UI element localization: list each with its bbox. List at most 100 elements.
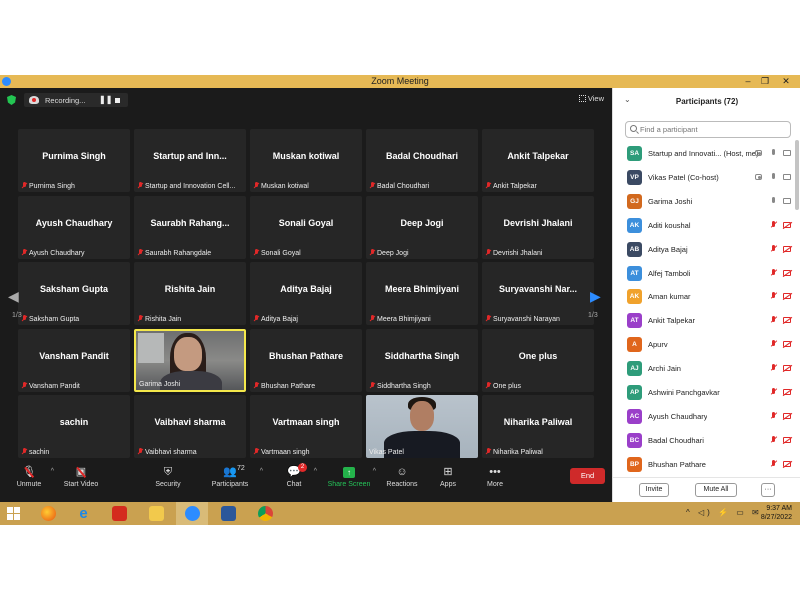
video-status-icon[interactable] xyxy=(783,365,791,372)
restore-button[interactable]: ❐ xyxy=(757,75,773,88)
participant-tile[interactable]: Startup and Inn... Startup and Innovation… xyxy=(134,129,246,192)
participant-tile[interactable]: Garima Joshi xyxy=(134,329,246,392)
more-button[interactable]: ••• More xyxy=(466,460,524,502)
mic-status-icon[interactable] xyxy=(771,292,776,300)
video-status-icon[interactable] xyxy=(783,221,791,228)
chat-caret-icon[interactable]: ^ xyxy=(306,460,320,502)
minimize-button[interactable]: – xyxy=(740,75,756,88)
internet-explorer-taskbar-icon[interactable]: e xyxy=(67,502,99,525)
video-status-icon[interactable] xyxy=(783,245,791,252)
participant-tile[interactable]: Sonali Goyal Sonali Goyal xyxy=(250,196,362,259)
participant-row[interactable]: VP Vikas Patel (Co-host) xyxy=(613,167,795,191)
mic-status-icon[interactable] xyxy=(771,268,776,277)
zoom-taskbar-icon[interactable] xyxy=(176,502,208,525)
mic-status-icon[interactable] xyxy=(771,172,776,181)
video-status-icon[interactable] xyxy=(783,389,791,395)
video-status-icon[interactable] xyxy=(783,460,791,467)
video-status-icon[interactable] xyxy=(783,269,791,276)
file-explorer-taskbar-icon[interactable] xyxy=(140,502,172,525)
participant-tile[interactable]: Siddhartha Singh Siddhartha Singh xyxy=(366,329,478,392)
participant-tile[interactable]: Vartmaan singh Vartmaan singh xyxy=(250,395,362,458)
participant-row[interactable]: SA Startup and Innovati... (Host, me) xyxy=(613,143,795,167)
security-button[interactable]: ⛨ Security xyxy=(139,460,197,502)
video-status-icon[interactable] xyxy=(783,173,791,180)
word-taskbar-icon[interactable] xyxy=(212,502,244,525)
firefox-taskbar-icon[interactable] xyxy=(32,502,64,525)
participant-row[interactable]: AB Aditya Bajaj xyxy=(613,239,795,263)
participant-tile[interactable]: One plus One plus xyxy=(482,329,594,392)
participant-search[interactable] xyxy=(625,121,791,138)
participant-tile[interactable]: Devrishi Jhalani Devrishi Jhalani xyxy=(482,196,594,259)
participant-tile[interactable]: Saksham Gupta Saksham Gupta xyxy=(18,262,130,325)
participants-button[interactable]: 👥 72 Participants xyxy=(201,460,259,502)
video-status-icon[interactable] xyxy=(783,412,791,419)
participant-row[interactable]: GJ Garima Joshi xyxy=(613,191,795,215)
start-video-button[interactable]: ▣ Start Video xyxy=(52,460,110,502)
windows-start-icon[interactable] xyxy=(7,507,21,520)
participant-row[interactable]: AK Aditi koushal xyxy=(613,215,795,239)
view-button[interactable]: View xyxy=(578,94,604,103)
participant-tile[interactable]: Ayush Chaudhary Ayush Chaudhary xyxy=(18,196,130,259)
pause-recording-button[interactable]: ❚❚ xyxy=(99,95,112,104)
panel-more-button[interactable]: ··· xyxy=(761,483,775,497)
chrome-taskbar-icon[interactable] xyxy=(249,502,281,525)
participant-tile[interactable]: Niharika Paliwal Niharika Paliwal xyxy=(482,395,594,458)
mic-status-icon[interactable] xyxy=(771,340,776,348)
participant-tile[interactable]: Muskan kotiwal Muskan kotiwal xyxy=(250,129,362,192)
stop-recording-button[interactable] xyxy=(115,97,120,103)
participant-tile[interactable]: Purnima Singh Purnima Singh xyxy=(18,129,130,192)
participant-row[interactable]: AK Aman kumar xyxy=(613,286,795,310)
participant-tile[interactable]: Rishita Jain Rishita Jain xyxy=(134,262,246,325)
participant-tile[interactable]: Vaibhavi sharma Vaibhavi sharma xyxy=(134,395,246,458)
mic-status-icon[interactable] xyxy=(771,388,776,396)
participant-tile[interactable]: Deep Jogi Deep Jogi xyxy=(366,196,478,259)
mic-status-icon[interactable] xyxy=(771,411,776,420)
mic-status-icon[interactable] xyxy=(771,196,776,205)
mic-status-icon[interactable] xyxy=(771,149,776,157)
participant-tile[interactable]: Badal Choudhari Badal Choudhari xyxy=(366,129,478,192)
participant-row[interactable]: A Apurv xyxy=(613,334,795,358)
participant-list-scrollbar[interactable] xyxy=(795,140,799,210)
participant-row[interactable]: AT Ankit Talpekar xyxy=(613,310,795,334)
clock[interactable]: 9:37 AM 8/27/2022 xyxy=(761,504,792,522)
participant-row[interactable]: BP Bhushan Pathare xyxy=(613,454,795,478)
participant-row[interactable]: AT Alfej Tamboli xyxy=(613,263,795,287)
participant-tile[interactable]: Aditya Bajaj Aditya Bajaj xyxy=(250,262,362,325)
video-status-icon[interactable] xyxy=(783,150,791,156)
mic-status-icon[interactable] xyxy=(771,244,776,253)
mute-all-button[interactable]: Mute All xyxy=(695,483,737,497)
participant-tile[interactable]: Bhushan Pathare Bhushan Pathare xyxy=(250,329,362,392)
mic-status-icon[interactable] xyxy=(771,435,776,444)
participant-search-input[interactable] xyxy=(640,124,780,135)
participant-row[interactable]: AP Ashwini Panchgavkar xyxy=(613,382,795,406)
participant-row[interactable]: AC Ayush Chaudhary xyxy=(613,406,795,430)
prev-page-arrow-icon[interactable]: ◀ xyxy=(8,288,19,305)
mic-status-icon[interactable] xyxy=(771,459,776,468)
close-button[interactable]: ✕ xyxy=(778,75,794,88)
participant-tile[interactable]: Ankit Talpekar Ankit Talpekar xyxy=(482,129,594,192)
shield-icon[interactable] xyxy=(7,95,16,105)
participant-tile[interactable]: Saurabh Rahang... Saurabh Rahangdale xyxy=(134,196,246,259)
next-page-arrow-icon[interactable]: ▶ xyxy=(590,288,601,305)
mic-status-icon[interactable] xyxy=(771,364,776,372)
mic-status-icon[interactable] xyxy=(771,316,776,324)
video-status-icon[interactable] xyxy=(783,317,791,324)
video-status-icon[interactable] xyxy=(783,341,791,348)
video-status-icon[interactable] xyxy=(783,197,791,204)
participant-tile[interactable]: Suryavanshi Nar... Suryavanshi Narayan xyxy=(482,262,594,325)
invite-button[interactable]: Invite xyxy=(639,483,669,497)
participant-row[interactable]: BC Badal Choudhari xyxy=(613,430,795,454)
acrobat-taskbar-icon[interactable] xyxy=(103,502,135,525)
video-status-icon[interactable] xyxy=(783,293,791,300)
participant-row[interactable]: AJ Archi Jain xyxy=(613,358,795,382)
end-meeting-button[interactable]: End xyxy=(570,468,605,484)
mic-status-icon[interactable] xyxy=(771,220,776,229)
video-status-icon[interactable] xyxy=(783,436,791,443)
participant-tile[interactable]: Vansham Pandit Vansham Pandit xyxy=(18,329,130,392)
participant-tile[interactable]: sachin sachin xyxy=(18,395,130,458)
participant-tile[interactable]: Vikas Patel xyxy=(366,395,478,458)
participant-tile[interactable]: Meera Bhimjiyani Meera Bhimjiyani xyxy=(366,262,478,325)
participants-caret-icon[interactable]: ^ xyxy=(252,460,266,502)
unmute-button[interactable]: 🎙 Unmute ^ xyxy=(0,460,58,502)
system-tray-icons[interactable]: ^ ◁) ⚡ ▭ ✉ xyxy=(686,508,762,517)
